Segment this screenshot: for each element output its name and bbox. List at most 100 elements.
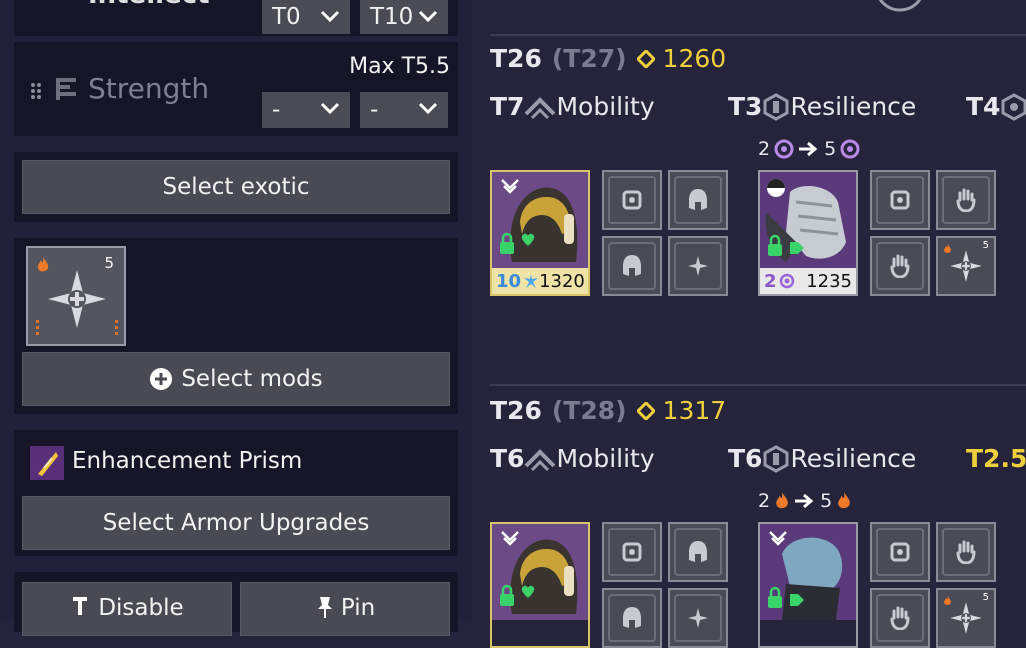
- intellect-stat-panel: Intellect T0 T10: [14, 0, 458, 36]
- set-1-helmet-footer: 10 1320: [492, 268, 588, 294]
- helmet-power: 1320: [539, 270, 585, 292]
- arrow-right-icon: [795, 493, 814, 509]
- artifice-star-icon: [950, 602, 982, 634]
- chevron-down-icon: [418, 10, 438, 23]
- strength-min-select[interactable]: -: [262, 92, 350, 128]
- drag-handle-icon[interactable]: [30, 82, 42, 100]
- chevron-down-icon: [418, 102, 438, 115]
- set-2-gauntlets-mod-slot-general[interactable]: [870, 522, 930, 582]
- set-1-power: 1260: [662, 44, 727, 73]
- gauntlets-energy: 2: [764, 271, 795, 292]
- set-2-gauntlets-mod-slot-1[interactable]: [936, 522, 996, 582]
- slot-border-decoration: [36, 320, 118, 335]
- helmet-mod-slot-2[interactable]: [602, 236, 662, 296]
- arc-energy-icon: [524, 274, 539, 288]
- exotic-helmet-image: [492, 524, 588, 620]
- mobility-icon: [525, 96, 556, 119]
- hand-icon: [956, 540, 976, 564]
- set-2-stat-resilience: T6 Resilience: [728, 444, 917, 473]
- exotic-panel: Select exotic: [14, 152, 458, 222]
- gauntlets-power: 1235: [806, 270, 852, 292]
- helmet-icon: [623, 255, 641, 276]
- recovery-icon: [1001, 92, 1026, 121]
- select-mods-button[interactable]: Select mods: [22, 352, 450, 406]
- strength-stat-panel: Strength Max T5.5 - -: [14, 42, 458, 136]
- sparkle-icon: [688, 608, 708, 628]
- set-2-helmet-mod-slot-3[interactable]: [668, 588, 728, 648]
- chevron-down-icon: [320, 10, 340, 23]
- set-1-gauntlets[interactable]: 2 1235: [758, 170, 858, 296]
- hand-icon: [956, 188, 976, 212]
- helmet-icon: [689, 541, 707, 562]
- mod-tile[interactable]: 5: [26, 246, 126, 346]
- void-energy-icon: [774, 139, 794, 159]
- class-emblem-icon: [878, 0, 922, 12]
- helmet-mod-slot-3[interactable]: [668, 236, 728, 296]
- upgrades-panel: Enhancement Prism Select Armor Upgrades: [14, 430, 458, 556]
- select-exotic-button[interactable]: Select exotic: [22, 160, 450, 214]
- disable-button[interactable]: Disable: [22, 582, 232, 636]
- sparkle-icon: [688, 256, 708, 276]
- set-2-helmet-mod-slot-general[interactable]: [602, 522, 662, 582]
- helmet-icon: [689, 189, 707, 210]
- exotic-helmet-image: [492, 172, 588, 268]
- hand-icon: [890, 606, 910, 630]
- strength-max-select[interactable]: -: [360, 92, 448, 128]
- gauntlets-mod-slot-general[interactable]: [870, 170, 930, 230]
- void-energy-icon: [840, 139, 860, 159]
- intellect-max-select[interactable]: T10: [360, 0, 448, 34]
- set-1-energy-upgrade: 2 5: [758, 138, 860, 160]
- strength-max-label: Max T5.5: [349, 54, 450, 79]
- strength-label: Strength: [88, 72, 210, 105]
- mobility-icon: [525, 448, 556, 471]
- power-diamond-icon: [636, 49, 655, 68]
- strength-icon: [56, 78, 76, 100]
- set-2-tier: T26: [490, 396, 542, 425]
- gauntlets-mod-slot-1[interactable]: [936, 170, 996, 230]
- chevron-down-icon: [320, 102, 340, 115]
- void-energy-icon: [779, 273, 794, 289]
- helmet-mod-slot-general[interactable]: [602, 170, 662, 230]
- sidebar: Intellect T0 T10 Strength Max T5.5 - - S…: [0, 0, 472, 636]
- solar-flame-icon: [776, 492, 788, 509]
- set-1-tier: T26: [490, 44, 542, 73]
- set-1-header: T26 (T27) 1260: [490, 44, 726, 73]
- set-2-gauntlets-mod-slot-2[interactable]: [870, 588, 930, 648]
- pin-button[interactable]: Pin: [240, 582, 450, 636]
- set-2-helmet-mod-slot-1[interactable]: [668, 522, 728, 582]
- mods-panel: 5 Select mods: [14, 238, 458, 414]
- set-2-helmet-mod-slot-2[interactable]: [602, 588, 662, 648]
- mod-slot-count: 5: [982, 592, 989, 603]
- artifice-star-icon: [950, 250, 982, 282]
- select-armor-upgrades-button[interactable]: Select Armor Upgrades: [22, 496, 450, 550]
- set-1-stat-third: T4: [966, 92, 1026, 121]
- set-2-gauntlets[interactable]: [758, 522, 858, 648]
- hand-icon: [890, 254, 910, 278]
- solar-flame-icon: [944, 595, 951, 606]
- gauntlets-mod-slot-2[interactable]: [870, 236, 930, 296]
- general-mod-icon: [890, 190, 910, 210]
- set-2-energy-upgrade: 2 5: [758, 490, 852, 512]
- set-2-power: 1317: [662, 396, 727, 425]
- actions-panel: Disable Pin: [14, 572, 458, 636]
- gauntlets-mod-slot-artifice[interactable]: 5: [936, 236, 996, 296]
- intellect-label: Intellect: [88, 0, 210, 10]
- enhancement-prism-icon: [30, 446, 64, 480]
- plus-circle-icon: [150, 368, 173, 390]
- ban-icon: [73, 597, 88, 615]
- set-2-gauntlets-mod-slot-artifice[interactable]: 5: [936, 588, 996, 648]
- helmet-mod-slot-1[interactable]: [668, 170, 728, 230]
- set-2-stat-third: T2.5: [966, 444, 1026, 473]
- set-1-stat-mobility: T7 Mobility: [490, 92, 655, 121]
- results-top-divider: [490, 34, 1026, 36]
- gauntlets-image: [760, 172, 856, 268]
- set-2-header: T26 (T28) 1317: [490, 396, 726, 425]
- intellect-min-select[interactable]: T0: [262, 0, 350, 34]
- gauntlets-image: [760, 524, 856, 620]
- set-1-stat-resilience: T3 Resilience: [728, 92, 917, 121]
- set-2-stat-mobility: T6 Mobility: [490, 444, 655, 473]
- set-1-helmet[interactable]: 10 1320: [490, 170, 590, 296]
- general-mod-icon: [622, 190, 642, 210]
- set-2-tier-max: (T28): [551, 396, 627, 425]
- set-2-helmet[interactable]: [490, 522, 590, 648]
